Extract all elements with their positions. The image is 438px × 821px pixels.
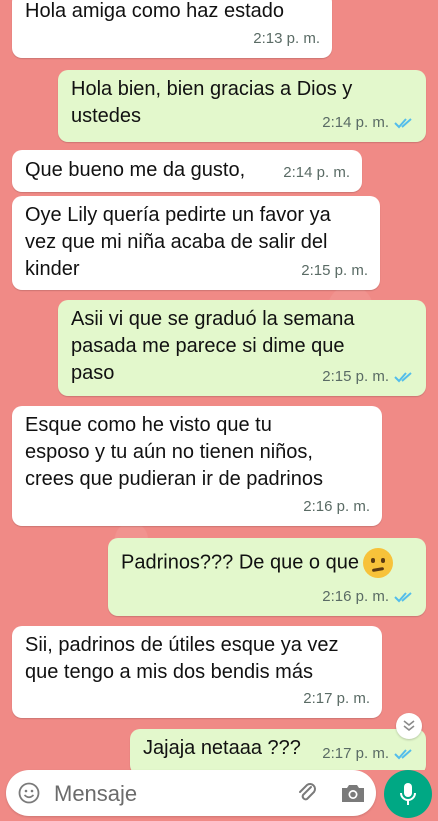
voice-record-button[interactable] xyxy=(384,770,432,818)
camera-icon[interactable] xyxy=(340,782,366,804)
chat-area[interactable]: Hola amiga como haz estado 2:13 p. m. Ho… xyxy=(0,0,438,770)
time-label: 2:17 p. m. xyxy=(303,690,370,707)
message-text: Esque como he visto que tu esposo y tu a… xyxy=(25,414,323,490)
message-outgoing[interactable]: Asii vi que se graduó la semana pasada m… xyxy=(58,300,426,396)
time-label: 2:16 p. m. xyxy=(303,498,370,515)
double-check-icon xyxy=(394,591,412,602)
message-text: Que bueno me da gusto, xyxy=(25,159,246,181)
message-text: Padrinos??? De que o que xyxy=(121,551,359,574)
time-label: 2:15 p. m. xyxy=(322,368,389,385)
message-outgoing[interactable]: Jajaja netaaa ??? 2:17 p. m. xyxy=(130,729,426,770)
time-label: 2:13 p. m. xyxy=(253,30,320,47)
double-check-icon xyxy=(394,748,412,759)
message-input[interactable] xyxy=(52,778,276,810)
message-text: Jajaja netaaa ??? xyxy=(143,737,301,759)
message-incoming[interactable]: Sii, padrinos de útiles esque ya vez que… xyxy=(12,626,382,718)
message-time: 2:16 p. m. xyxy=(303,493,370,520)
time-label: 2:14 p. m. xyxy=(283,164,350,181)
time-label: 2:17 p. m. xyxy=(322,745,389,762)
microphone-icon xyxy=(400,783,416,805)
time-label: 2:15 p. m. xyxy=(301,262,368,279)
message-meta: 2:16 p. m. xyxy=(322,583,414,610)
double-check-icon xyxy=(394,371,412,382)
message-outgoing[interactable]: Hola bien, bien gracias a Dios y ustedes… xyxy=(58,70,426,142)
chevron-double-down-icon xyxy=(403,720,415,732)
double-check-icon xyxy=(394,117,412,128)
paperclip-icon[interactable] xyxy=(294,780,320,806)
message-incoming[interactable]: Que bueno me da gusto, 2:14 p. m. xyxy=(12,150,362,192)
message-text: Sii, padrinos de útiles esque ya vez que… xyxy=(25,634,339,683)
message-outgoing[interactable]: Padrinos??? De que o que 2:16 p. m. xyxy=(108,538,426,616)
message-composer xyxy=(6,770,376,816)
thinking-face-emoji-icon xyxy=(362,548,393,578)
time-label: 2:16 p. m. xyxy=(322,588,389,605)
message-incoming[interactable]: Hola amiga como haz estado 2:13 p. m. xyxy=(12,0,332,58)
message-time: 2:15 p. m. xyxy=(301,257,368,284)
message-time: 2:17 p. m. xyxy=(303,685,370,712)
time-label: 2:14 p. m. xyxy=(322,114,389,131)
message-meta: 2:14 p. m. xyxy=(322,109,414,136)
message-incoming[interactable]: Esque como he visto que tu esposo y tu a… xyxy=(12,406,382,526)
message-incoming[interactable]: Oye Lily quería pedirte un favor ya vez … xyxy=(12,196,380,290)
message-text: Hola amiga como haz estado xyxy=(25,0,285,22)
message-meta: 2:17 p. m. xyxy=(322,740,414,767)
emoji-icon[interactable] xyxy=(18,782,40,804)
message-time: 2:13 p. m. xyxy=(253,25,320,52)
message-time: 2:14 p. m. xyxy=(283,159,350,186)
scroll-to-bottom-button[interactable] xyxy=(396,713,422,739)
message-meta: 2:15 p. m. xyxy=(322,363,414,390)
